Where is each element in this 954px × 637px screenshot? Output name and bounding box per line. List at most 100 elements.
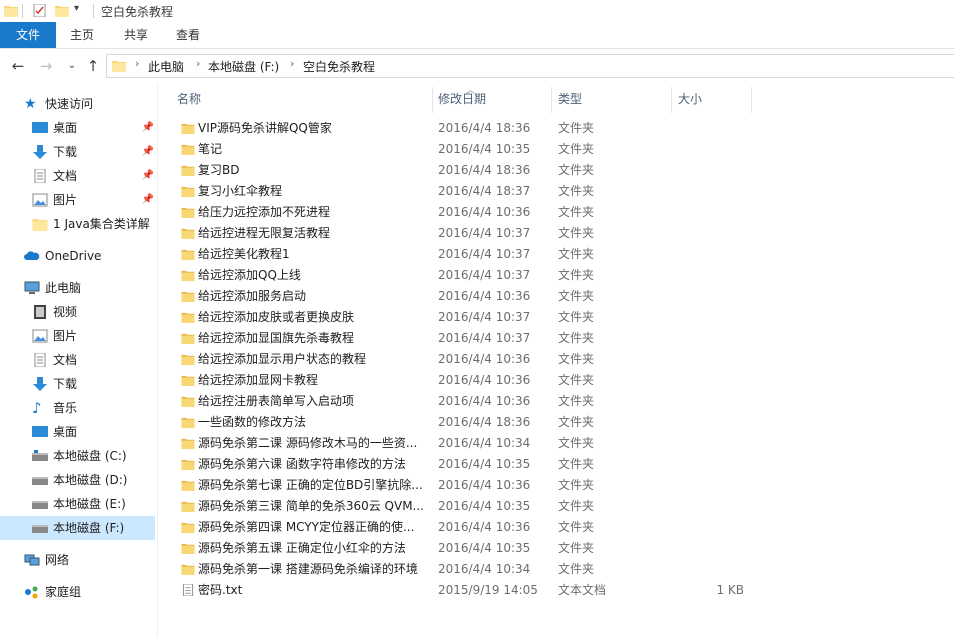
file-type: 文件夹 (558, 184, 595, 198)
folder-icon (181, 543, 195, 554)
file-type: 文件夹 (558, 310, 595, 324)
nav-pc-music[interactable]: ♪ 音乐 (32, 396, 154, 420)
file-type: 文件夹 (558, 205, 595, 219)
file-row[interactable]: 复习BD 2016/4/4 18:36 文件夹 (170, 160, 754, 181)
nav-quick-downloads[interactable]: 下载 📌 (32, 140, 154, 164)
tab-home[interactable]: 主页 (60, 22, 104, 48)
download-arrow-icon (33, 377, 47, 391)
folder-icon (181, 165, 195, 176)
file-row[interactable]: 源码免杀第三课 简单的免杀360云 QVM... 2016/4/4 10:35 文件… (170, 496, 754, 517)
forward-arrow-icon[interactable]: → (37, 57, 55, 75)
nav-quick-java[interactable]: 1 Java集合类详解 (32, 212, 154, 236)
nav-pc-desktop[interactable]: 桌面 (32, 420, 154, 444)
chevron-right-icon[interactable]: › (290, 57, 294, 70)
file-date: 2016/4/4 10:36 (438, 478, 531, 492)
file-row[interactable]: 给远控添加QQ上线 2016/4/4 10:37 文件夹 (170, 265, 754, 286)
file-row[interactable]: 源码免杀第四课 MCYY定位器正确的使... 2016/4/4 10:36 文件夹 (170, 517, 754, 538)
nav-drive-f[interactable]: 本地磁盘 (F:) (0, 516, 155, 540)
file-row[interactable]: 给远控添加显网卡教程 2016/4/4 10:36 文件夹 (170, 370, 754, 391)
file-row[interactable]: 一些函数的修改方法 2016/4/4 18:36 文件夹 (170, 412, 754, 433)
up-arrow-icon[interactable]: ↑ (84, 57, 102, 75)
file-row[interactable]: 给远控添加显示用户状态的教程 2016/4/4 10:36 文件夹 (170, 349, 754, 370)
nav-pc-pictures[interactable]: 图片 (32, 324, 154, 348)
customize-quick-access-icon[interactable]: ▾ (74, 3, 79, 14)
folder-icon (4, 6, 18, 17)
nav-this-pc[interactable]: 此电脑 (24, 276, 154, 300)
nav-pc-videos[interactable]: 视频 (32, 300, 154, 324)
nav-drive-d[interactable]: 本地磁盘 (D:) (32, 468, 154, 492)
cloud-icon (24, 251, 40, 260)
file-name: 源码免杀第七课 正确的定位BD引擎抗除... (198, 478, 423, 492)
file-row[interactable]: 复习小红伞教程 2016/4/4 18:37 文件夹 (170, 181, 754, 202)
navigation-pane: ★ 快速访问 桌面 📌 下载 📌 文档 📌 图片 📌 1 Java集合类详解 O… (0, 90, 157, 637)
folder-icon (112, 61, 126, 72)
nav-pc-documents[interactable]: 文档 (32, 348, 154, 372)
properties-icon[interactable] (33, 4, 47, 17)
nav-drive-e[interactable]: 本地磁盘 (E:) (32, 492, 154, 516)
chevron-right-icon[interactable]: › (196, 57, 200, 70)
file-type: 文件夹 (558, 226, 595, 240)
computer-icon (24, 281, 40, 294)
file-name: 复习小红伞教程 (198, 184, 283, 198)
nav-network[interactable]: 网络 (24, 548, 154, 572)
file-row[interactable]: 给远控美化教程1 2016/4/4 10:37 文件夹 (170, 244, 754, 265)
file-type: 文件夹 (558, 373, 595, 387)
file-type: 文件夹 (558, 436, 595, 450)
nav-quick-documents[interactable]: 文档 📌 (32, 164, 154, 188)
nav-onedrive[interactable]: OneDrive (24, 244, 154, 268)
nav-quick-access[interactable]: ★ 快速访问 (24, 92, 154, 116)
file-row[interactable]: 给远控添加服务启动 2016/4/4 10:36 文件夹 (170, 286, 754, 307)
file-type: 文件夹 (558, 562, 595, 576)
column-date[interactable]: 修改日期 (438, 87, 486, 113)
file-row[interactable]: 密码.txt 2015/9/19 14:05 文本文档 1 KB (170, 580, 754, 601)
new-folder-icon[interactable] (55, 4, 69, 17)
back-arrow-icon[interactable]: ← (9, 57, 27, 75)
folder-icon (181, 459, 195, 470)
file-row[interactable]: 源码免杀第五课 正确定位小红伞的方法 2016/4/4 10:35 文件夹 (170, 538, 754, 559)
file-date: 2016/4/4 10:37 (438, 331, 531, 345)
nav-quick-pictures[interactable]: 图片 📌 (32, 188, 154, 212)
file-row[interactable]: 给远控添加显国旗先杀毒教程 2016/4/4 10:37 文件夹 (170, 328, 754, 349)
nav-quick-desktop[interactable]: 桌面 📌 (32, 116, 154, 140)
file-row[interactable]: 笔记 2016/4/4 10:35 文件夹 (170, 139, 754, 160)
file-row[interactable]: 给压力远控添加不死进程 2016/4/4 10:36 文件夹 (170, 202, 754, 223)
file-date: 2016/4/4 10:35 (438, 541, 531, 555)
crumb-current-folder[interactable]: 空白免杀教程 (303, 58, 375, 75)
file-row[interactable]: 给远控注册表简单写入启动项 2016/4/4 10:36 文件夹 (170, 391, 754, 412)
address-bar[interactable]: › 此电脑 › 本地磁盘 (F:) › 空白免杀教程 (106, 54, 954, 78)
recent-locations-icon[interactable]: ⌄ (63, 57, 81, 75)
folder-icon (181, 480, 195, 491)
nav-pc-downloads[interactable]: 下载 (32, 372, 154, 396)
file-row[interactable]: 给远控添加皮肤或者更换皮肤 2016/4/4 10:37 文件夹 (170, 307, 754, 328)
chevron-right-icon[interactable]: › (135, 57, 139, 70)
tab-file[interactable]: 文件 (0, 22, 56, 48)
file-row[interactable]: 源码免杀第二课 源码修改木马的一些资... 2016/4/4 10:34 文件夹 (170, 433, 754, 454)
file-row[interactable]: 源码免杀第一课 搭建源码免杀编译的环境 2016/4/4 10:34 文件夹 (170, 559, 754, 580)
file-row[interactable]: 源码免杀第七课 正确的定位BD引擎抗除... 2016/4/4 10:36 文件夹 (170, 475, 754, 496)
file-name: 源码免杀第一课 搭建源码免杀编译的环境 (198, 562, 418, 576)
file-name: 给远控添加QQ上线 (198, 268, 301, 282)
file-name: 给压力远控添加不死进程 (198, 205, 331, 219)
column-size[interactable]: 大小 (678, 87, 702, 113)
file-type: 文件夹 (558, 394, 595, 408)
nav-drive-c[interactable]: 本地磁盘 (C:) (32, 444, 154, 468)
tab-share[interactable]: 共享 (114, 22, 158, 48)
folder-icon (181, 207, 195, 218)
file-name: 笔记 (198, 142, 223, 156)
file-row[interactable]: 给远控进程无限复活教程 2016/4/4 10:37 文件夹 (170, 223, 754, 244)
folder-icon (181, 501, 195, 512)
column-name[interactable]: 名称 (177, 87, 201, 113)
file-row[interactable]: VIP源码免杀讲解QQ管家 2016/4/4 18:36 文件夹 (170, 118, 754, 139)
document-icon (34, 169, 46, 183)
file-name: 给远控添加服务启动 (198, 289, 307, 303)
folder-icon (181, 375, 195, 386)
tab-view[interactable]: 查看 (166, 22, 210, 48)
file-date: 2016/4/4 10:37 (438, 247, 531, 261)
nav-homegroup[interactable]: 家庭组 (24, 580, 154, 604)
crumb-drive-f[interactable]: 本地磁盘 (F:) (208, 58, 279, 75)
column-type[interactable]: 类型 (558, 87, 582, 113)
folder-icon (181, 522, 195, 533)
file-row[interactable]: 源码免杀第六课 函数字符串修改的方法 2016/4/4 10:35 文件夹 (170, 454, 754, 475)
crumb-this-pc[interactable]: 此电脑 (148, 58, 184, 75)
ribbon-tabs: 文件 主页 共享 查看 (0, 22, 954, 49)
